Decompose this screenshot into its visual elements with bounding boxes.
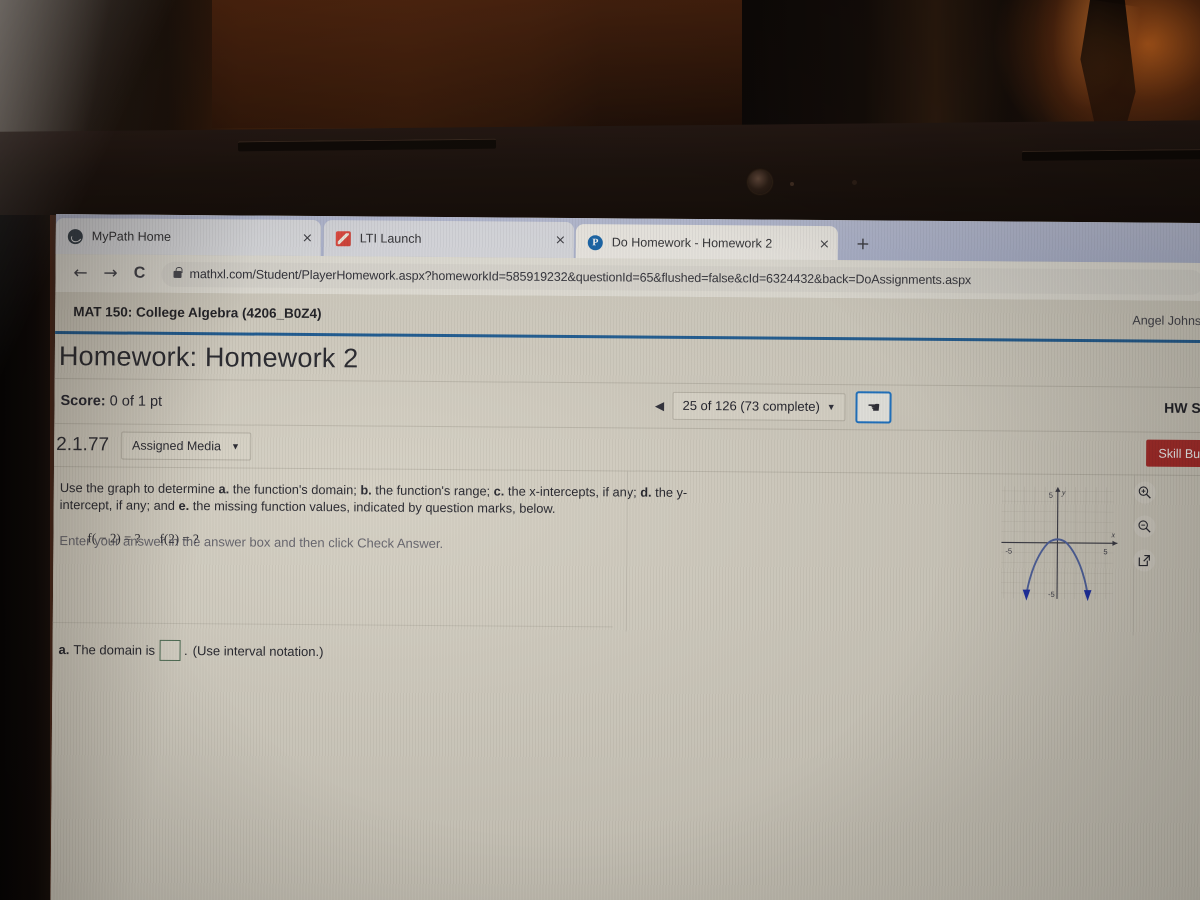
chevron-down-icon: ▼ bbox=[826, 401, 836, 412]
zoom-out-glyph bbox=[1138, 520, 1151, 533]
answer-hint: (Use interval notation.) bbox=[192, 643, 324, 660]
assigned-media-label: Assigned Media bbox=[131, 438, 222, 454]
svg-text:y: y bbox=[1061, 488, 1066, 497]
svg-text:5: 5 bbox=[1103, 547, 1107, 556]
mathxl-page: MAT 150: College Algebra (4206_B0Z4) Ang… bbox=[50, 291, 1200, 900]
graph-svg: -5 5 5 -5 x y bbox=[1001, 486, 1118, 602]
question-prompt-text: Use the graph to determine a. the functi… bbox=[59, 480, 688, 517]
hand-pointer-icon: ☚ bbox=[866, 398, 881, 416]
browser-tab-mypath-home[interactable]: MyPath Home × bbox=[55, 217, 321, 257]
assigned-media-dropdown[interactable]: Assigned Media ▼ bbox=[120, 431, 251, 461]
score-text: Score: 0 of 1 pt bbox=[60, 393, 162, 410]
question-prompt: Use the graph to determine a. the functi… bbox=[60, 479, 720, 519]
answer-period: . bbox=[184, 643, 188, 659]
lti-launch-icon bbox=[335, 230, 351, 246]
laptop-screen: MyPath Home × LTI Launch × P Do Homework… bbox=[50, 214, 1200, 900]
webcam-icon bbox=[748, 170, 772, 194]
back-icon[interactable]: ← bbox=[65, 263, 95, 283]
answer-label-letter: a. bbox=[58, 642, 70, 658]
user-name[interactable]: Angel Johns bbox=[1132, 313, 1200, 328]
question-selector[interactable]: 25 of 126 (73 complete) ▼ bbox=[672, 391, 846, 421]
url-text: mathxl.com/Student/PlayerHomework.aspx?h… bbox=[189, 267, 972, 288]
forward-icon[interactable]: → bbox=[95, 263, 125, 283]
skill-builder-label: Skill Bu bbox=[1158, 446, 1200, 461]
lock-icon bbox=[173, 270, 182, 278]
domain-answer-input[interactable] bbox=[158, 639, 181, 661]
tab-title: LTI Launch bbox=[359, 231, 422, 246]
course-title: MAT 150: College Algebra (4206_B0Z4) bbox=[73, 304, 322, 322]
laptop-hinge-vent-right bbox=[1021, 149, 1200, 161]
close-tab-icon[interactable]: × bbox=[302, 230, 313, 245]
question-pager: ◀ 25 of 126 (73 complete) ▼ ☚ bbox=[646, 390, 892, 424]
browser-tab-lti-launch[interactable]: LTI Launch × bbox=[323, 220, 574, 259]
new-tab-button[interactable]: + bbox=[856, 234, 870, 254]
bottom-instruction: Enter your answer in the answer box and … bbox=[59, 532, 444, 551]
expand-graph-glyph bbox=[1138, 554, 1150, 567]
pearson-p-icon: P bbox=[587, 234, 603, 250]
question-area: Use the graph to determine a. the functi… bbox=[52, 467, 1200, 661]
svg-text:5: 5 bbox=[1049, 491, 1053, 500]
zoom-out-icon[interactable] bbox=[1133, 515, 1156, 538]
function-graph[interactable]: -5 5 5 -5 x y bbox=[993, 480, 1122, 615]
tab-title: Do Homework - Homework 2 bbox=[611, 235, 773, 251]
zoom-in-glyph bbox=[1138, 486, 1151, 499]
background-panel bbox=[212, 0, 742, 128]
skill-builder-button[interactable]: Skill Bu bbox=[1146, 439, 1200, 468]
zoom-in-icon[interactable] bbox=[1133, 481, 1156, 504]
address-bar[interactable]: mathxl.com/Student/PlayerHomework.aspx?h… bbox=[161, 261, 1200, 295]
previous-question-icon[interactable]: ◀ bbox=[646, 392, 672, 418]
question-progress-text: 25 of 126 (73 complete) bbox=[682, 397, 820, 415]
close-tab-icon[interactable]: × bbox=[555, 232, 566, 247]
webcam-indicator-led bbox=[790, 182, 794, 186]
expand-graph-icon[interactable] bbox=[1133, 549, 1156, 572]
reload-icon[interactable]: C bbox=[125, 265, 153, 283]
score-label: Score: bbox=[60, 393, 106, 410]
svg-text:x: x bbox=[1110, 530, 1115, 539]
graph-toolbar bbox=[1133, 481, 1156, 572]
close-tab-icon[interactable]: × bbox=[819, 236, 830, 251]
screenshot-stage: MyPath Home × LTI Launch × P Do Homework… bbox=[0, 0, 1200, 900]
page-title: Homework: Homework 2 bbox=[58, 341, 359, 374]
answer-label-text: The domain is bbox=[73, 642, 156, 658]
score-value: 0 of 1 pt bbox=[109, 393, 163, 410]
exercise-number: 2.1.77 bbox=[56, 434, 110, 456]
browser-tab-do-homework[interactable]: P Do Homework - Homework 2 × bbox=[575, 224, 838, 263]
svg-text:-5: -5 bbox=[1048, 590, 1055, 599]
answer-row-a: a. The domain is . (Use interval notatio… bbox=[58, 639, 324, 662]
mypath-globe-icon bbox=[67, 228, 83, 244]
tab-title: MyPath Home bbox=[91, 229, 172, 244]
chevron-down-icon: ▼ bbox=[230, 441, 240, 452]
content-divider-vertical bbox=[625, 471, 628, 632]
hw-score-label: HW Sc bbox=[1164, 399, 1200, 417]
content-divider-horizontal bbox=[52, 621, 613, 628]
webcam-microphone-hole bbox=[852, 180, 857, 185]
pointer-tool-button[interactable]: ☚ bbox=[855, 390, 892, 424]
svg-text:-5: -5 bbox=[1005, 546, 1012, 555]
